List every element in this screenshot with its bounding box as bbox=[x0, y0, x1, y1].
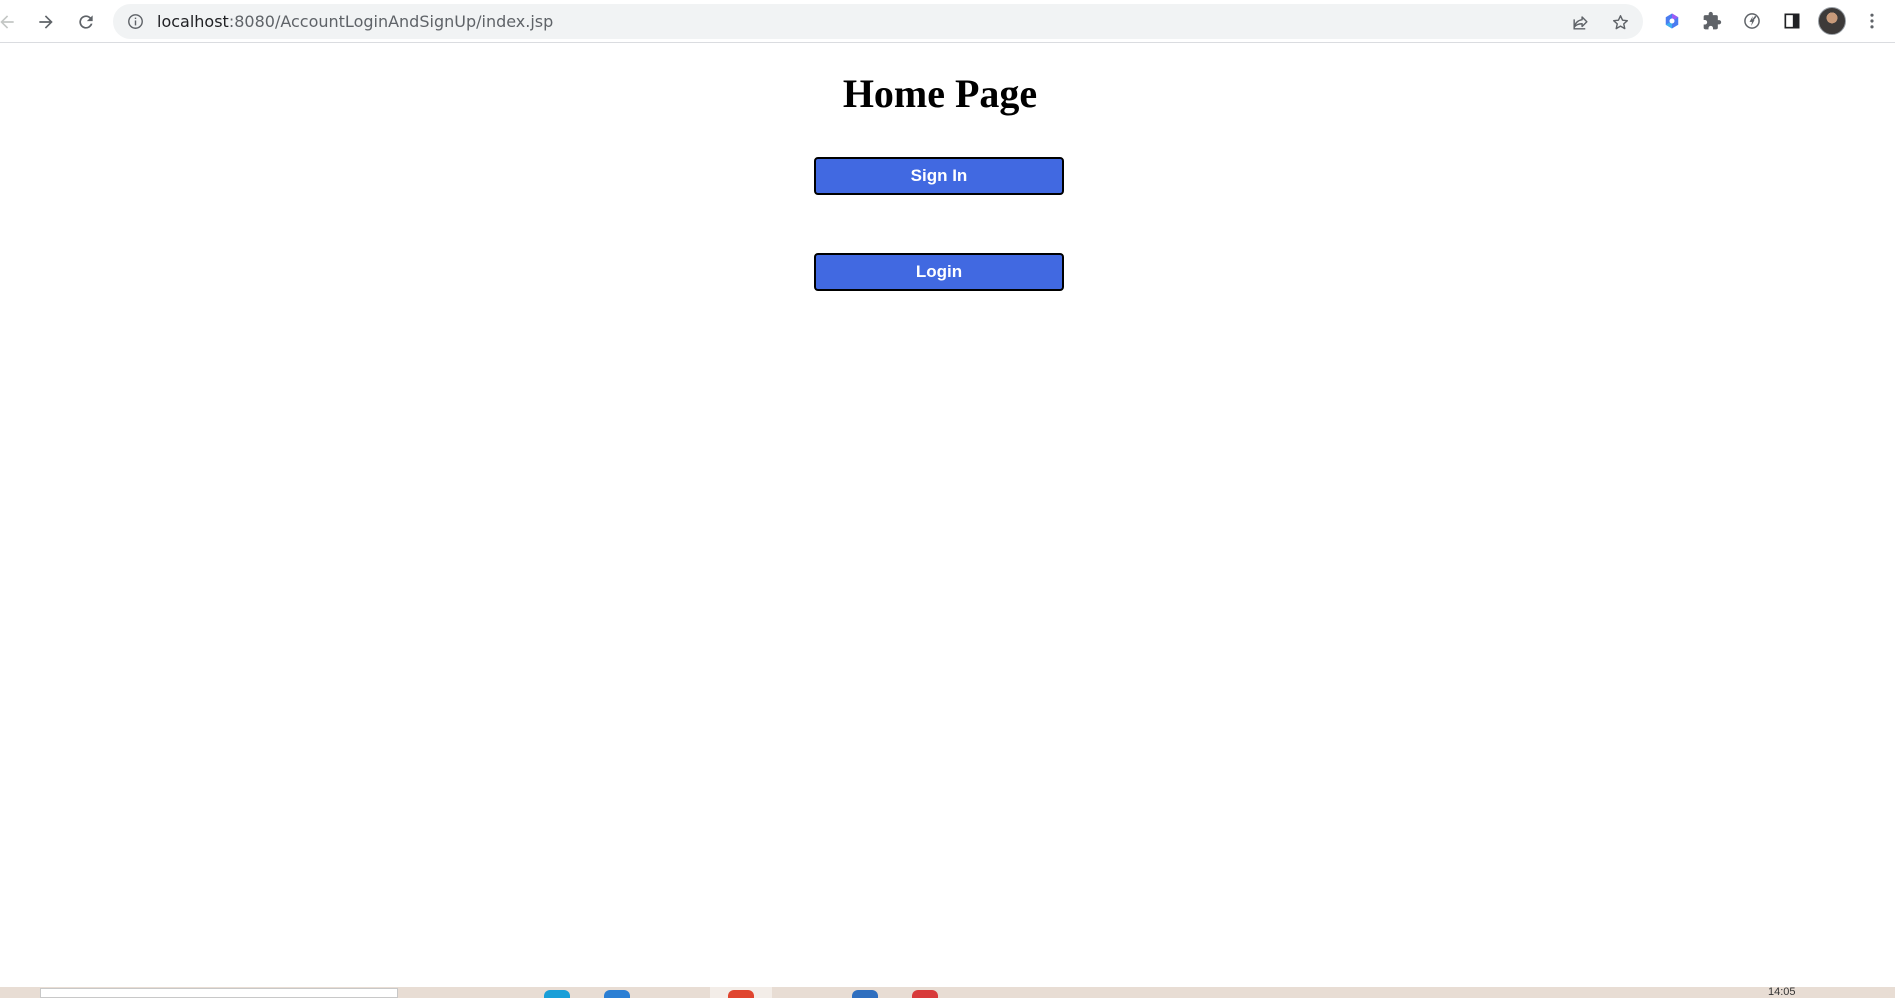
url-text[interactable]: localhost:8080/AccountLoginAndSignUp/ind… bbox=[157, 12, 553, 31]
back-arrow-icon[interactable] bbox=[0, 9, 20, 35]
reload-icon[interactable] bbox=[73, 9, 99, 35]
sign-in-button[interactable]: Sign In bbox=[814, 157, 1064, 195]
page-title: Home Page bbox=[842, 71, 1038, 116]
taskbar: 14:05 bbox=[0, 987, 1895, 998]
taskbar-app-icon[interactable] bbox=[852, 990, 878, 998]
taskbar-clock: 14:05 bbox=[1768, 987, 1796, 998]
taskbar-active-app[interactable] bbox=[710, 987, 772, 998]
taskbar-app-icon[interactable] bbox=[544, 990, 570, 998]
colorful-extension-icon[interactable] bbox=[1660, 9, 1684, 33]
taskbar-app-icon[interactable] bbox=[912, 990, 938, 998]
kebab-menu-icon[interactable] bbox=[1860, 9, 1884, 33]
share-icon[interactable] bbox=[1569, 11, 1591, 33]
login-button[interactable]: Login bbox=[814, 253, 1064, 291]
star-icon[interactable] bbox=[1609, 11, 1631, 33]
taskbar-app-icon[interactable] bbox=[604, 990, 630, 998]
puzzle-icon[interactable] bbox=[1700, 9, 1724, 33]
browser-toolbar: localhost:8080/AccountLoginAndSignUp/ind… bbox=[0, 0, 1895, 43]
forward-arrow-icon[interactable] bbox=[33, 9, 59, 35]
speed-icon[interactable] bbox=[1740, 9, 1764, 33]
info-icon[interactable] bbox=[127, 13, 144, 30]
side-panel-icon[interactable] bbox=[1780, 9, 1804, 33]
address-bar[interactable]: localhost:8080/AccountLoginAndSignUp/ind… bbox=[113, 4, 1643, 39]
url-host: localhost bbox=[157, 12, 229, 31]
chrome-icon bbox=[728, 990, 754, 998]
taskbar-search-box[interactable] bbox=[40, 988, 398, 998]
url-path: :8080/AccountLoginAndSignUp/index.jsp bbox=[228, 12, 554, 31]
avatar[interactable] bbox=[1818, 7, 1846, 35]
